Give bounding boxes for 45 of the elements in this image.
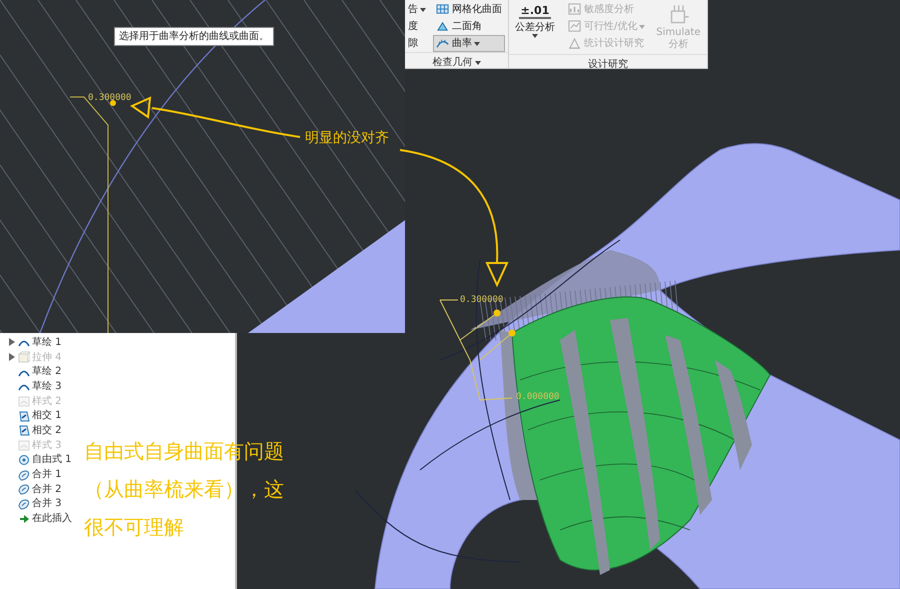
arrow-icon bbox=[18, 512, 30, 525]
dimension-label: 0.300000 bbox=[460, 294, 504, 307]
tree-item[interactable]: 自由式 1 bbox=[0, 452, 72, 468]
dimension-label: 0.300000 bbox=[88, 92, 132, 105]
caret-icon bbox=[474, 42, 480, 46]
style-icon bbox=[18, 439, 30, 452]
caret-icon bbox=[474, 60, 480, 64]
block-icon bbox=[18, 351, 30, 364]
intersect-icon bbox=[18, 410, 30, 422]
ribbon-button[interactable]: 度 bbox=[405, 18, 429, 35]
ribbon-button[interactable]: 告 bbox=[405, 1, 429, 18]
ribbon-button[interactable]: 二面角 bbox=[433, 18, 505, 35]
tree-item[interactable]: 相交 1 bbox=[0, 408, 62, 424]
triangle-icon bbox=[568, 37, 582, 50]
annotation-text: 明显的没对齐 bbox=[305, 129, 389, 148]
angle-icon bbox=[436, 20, 450, 33]
curve-icon bbox=[436, 37, 450, 50]
tree-item[interactable]: 合并 2 bbox=[0, 482, 62, 497]
ribbon-button[interactable]: 隙 bbox=[405, 35, 429, 52]
ribbon-button[interactable]: 网格化曲面 bbox=[433, 1, 505, 18]
group-label[interactable]: 设计研究 bbox=[509, 54, 708, 74]
tree-item[interactable]: 合并 1 bbox=[0, 467, 62, 482]
dimension-label: 0.000000 bbox=[516, 391, 560, 404]
caret-icon bbox=[532, 34, 538, 38]
intersect-icon bbox=[18, 424, 30, 436]
chart-icon bbox=[568, 20, 582, 33]
freestyle-icon bbox=[18, 454, 30, 466]
tooltip: 选择用于曲率分析的曲线或曲面。 bbox=[114, 27, 274, 46]
tree-item[interactable]: 在此插入 bbox=[0, 511, 72, 526]
tree-item[interactable]: 相交 2 bbox=[0, 423, 62, 438]
merge-icon bbox=[18, 498, 30, 510]
tree-item[interactable]: 合并 3 bbox=[0, 496, 62, 512]
grid-icon bbox=[436, 3, 450, 16]
group-label[interactable]: 检查几何 bbox=[405, 52, 508, 72]
merge-icon bbox=[18, 483, 30, 496]
caret-icon bbox=[420, 8, 426, 12]
tree-item[interactable]: 草绘 3 bbox=[0, 379, 62, 394]
tree-item[interactable]: 草绘 2 bbox=[0, 364, 62, 380]
style-icon bbox=[18, 395, 30, 408]
ribbon-button[interactable]: 曲率 bbox=[433, 35, 505, 52]
caret-icon bbox=[639, 24, 646, 28]
analysis-button[interactable]: ±.01 公差分析 bbox=[509, 1, 561, 42]
tree-item[interactable]: 草绘 1 bbox=[0, 335, 62, 350]
chart-icon bbox=[568, 3, 582, 16]
merge-icon bbox=[18, 468, 30, 481]
